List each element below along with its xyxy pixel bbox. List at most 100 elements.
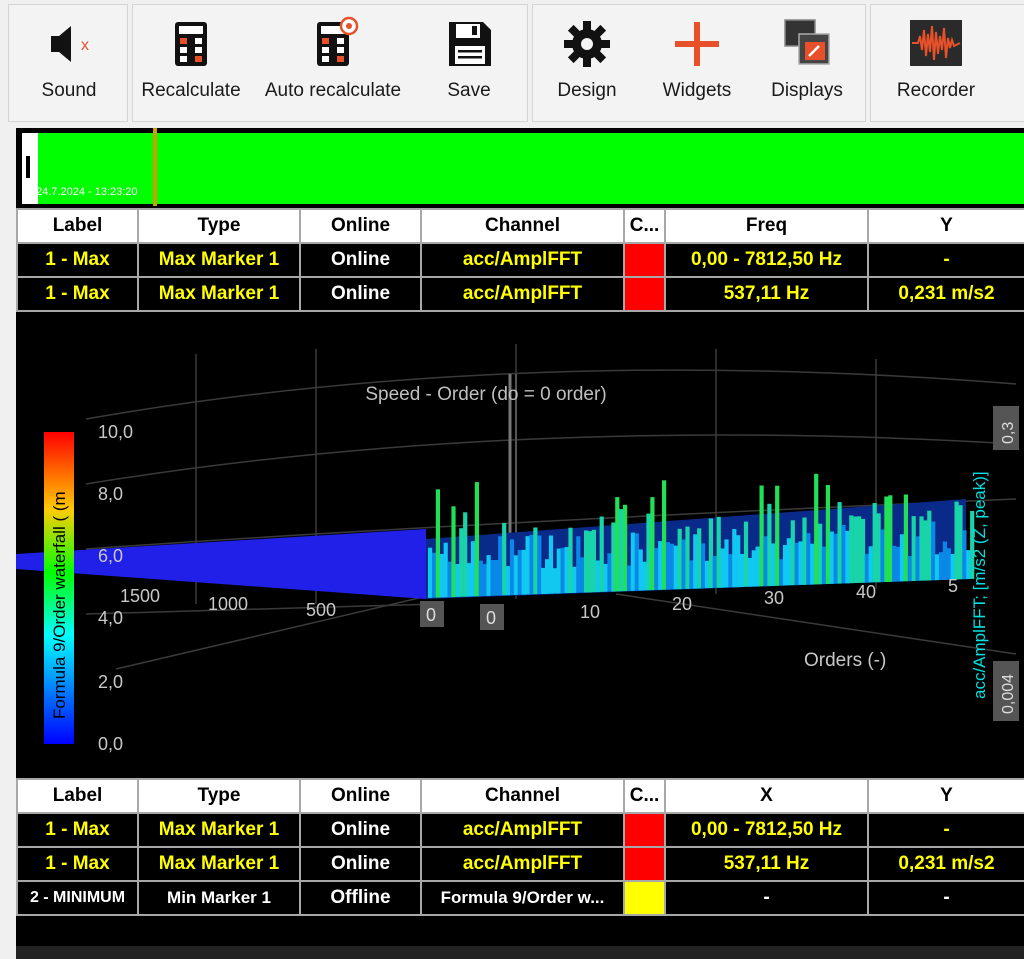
timeline-overview[interactable]: 24.7.2024 - 13:23:20 — [16, 128, 1024, 208]
timeline-bar[interactable] — [38, 133, 1024, 204]
waterfall-bar — [529, 534, 534, 595]
waterfall-bar — [755, 546, 760, 587]
column-header-x[interactable]: X — [664, 778, 869, 814]
floppy-disk-icon — [449, 22, 491, 66]
cell-x: 0,00 - 7812,50 Hz — [664, 812, 869, 848]
waterfall-bar — [732, 529, 737, 588]
cell-color-swatch[interactable] — [623, 242, 666, 278]
recorder-button[interactable]: Recorder — [876, 0, 996, 118]
cell-color-swatch[interactable] — [623, 846, 666, 882]
waterfall-bar — [638, 549, 643, 591]
timeline-timestamp: 24.7.2024 - 13:23:20 — [36, 186, 138, 198]
table-row[interactable]: 2 - MINIMUM Min Marker 1 Offline Formula… — [16, 880, 1024, 916]
order-tick: 40 — [856, 582, 876, 602]
cell-freq: 537,11 Hz — [664, 276, 869, 312]
waterfall-bar — [580, 557, 585, 593]
left-splitter[interactable] — [0, 128, 16, 959]
left-tick: 0,0 — [98, 734, 123, 754]
waterfall-bar — [841, 525, 846, 584]
waterfall-bar — [474, 482, 479, 597]
cell-online: Online — [299, 812, 422, 848]
design-button[interactable]: Design — [536, 0, 638, 118]
cell-online: Offline — [299, 880, 422, 916]
waterfall-bar — [533, 527, 538, 595]
waterfall-bar — [903, 494, 908, 582]
waterfall-bar — [810, 543, 815, 585]
waterfall-bar — [541, 567, 546, 594]
column-header-y[interactable]: Y — [867, 208, 1024, 244]
displays-icon — [784, 19, 830, 65]
save-label: Save — [447, 80, 491, 101]
waterfall-bar — [428, 547, 433, 598]
cell-color-swatch[interactable] — [623, 880, 666, 916]
waterfall-bar — [482, 564, 487, 596]
cell-y: 0,231 m/s2 — [867, 846, 1024, 882]
column-header-label[interactable]: Label — [16, 778, 139, 814]
waterfall-bar — [470, 541, 476, 597]
vertical-scrollbar[interactable] — [1019, 324, 1024, 776]
orders-axis-label: Orders (-) — [804, 650, 886, 671]
waterfall-bar — [517, 550, 522, 595]
cell-color-swatch[interactable] — [623, 276, 666, 312]
table-row[interactable]: 1 - Max Max Marker 1 Online acc/AmplFFT … — [16, 242, 1024, 278]
waterfall-bar — [771, 543, 776, 586]
timeline-handle[interactable] — [26, 156, 30, 178]
waterfall-bar — [677, 528, 682, 590]
svg-text:x: x — [81, 37, 89, 54]
column-header-online[interactable]: Online — [299, 778, 422, 814]
save-button[interactable]: Save — [414, 0, 524, 118]
waterfall-bar — [786, 538, 791, 586]
table-row[interactable]: 1 - Max Max Marker 1 Online acc/AmplFFT … — [16, 276, 1024, 312]
column-header-channel[interactable]: Channel — [420, 778, 625, 814]
zero-label-order: 0 — [486, 608, 496, 628]
waterfall-bar — [439, 554, 444, 598]
waterfall-bar — [681, 539, 686, 589]
zero-label-speed: 0 — [426, 605, 436, 625]
cell-channel: acc/AmplFFT — [420, 242, 625, 278]
column-header-channel[interactable]: Channel — [420, 208, 625, 244]
column-header-y[interactable]: Y — [867, 778, 1024, 814]
cell-color-swatch[interactable] — [623, 812, 666, 848]
waterfall-bar — [654, 548, 659, 590]
auto-recalculate-button[interactable]: Auto recalculate — [256, 0, 410, 118]
waterfall-bar — [775, 485, 780, 586]
table-row[interactable]: 1 - Max Max Marker 1 Online acc/AmplFFT … — [16, 846, 1024, 882]
waterfall-bar — [794, 542, 799, 586]
column-header-color[interactable]: C... — [623, 208, 666, 244]
waterfall-bar — [669, 543, 674, 590]
plus-icon — [675, 22, 719, 66]
column-header-type[interactable]: Type — [137, 778, 301, 814]
waterfall-bar — [576, 536, 581, 593]
timeline-cursor[interactable] — [153, 128, 157, 206]
widgets-label: Widgets — [662, 80, 732, 101]
waterfall-bar — [548, 535, 554, 594]
column-header-freq[interactable]: Freq — [664, 208, 869, 244]
waterfall-bar — [938, 552, 944, 580]
widgets-button[interactable]: Widgets — [646, 0, 748, 118]
column-header-label[interactable]: Label — [16, 208, 139, 244]
waterfall-bar — [704, 560, 710, 589]
speaker-muted-icon: x — [51, 26, 89, 62]
recalculate-button[interactable]: Recalculate — [136, 0, 246, 118]
marker-table-bottom: Label Type Online Channel C... X Y 1 - M… — [16, 778, 1024, 916]
cell-y: 0,231 m/s2 — [867, 276, 1024, 312]
column-header-type[interactable]: Type — [137, 208, 301, 244]
waterfall-bar — [833, 533, 838, 584]
column-header-online[interactable]: Online — [299, 208, 422, 244]
cell-freq: 0,00 - 7812,50 Hz — [664, 242, 869, 278]
order-waterfall-plot[interactable]: Speed - Order (do = 0 order) Formula 9/O… — [16, 324, 1024, 776]
cell-y: - — [867, 812, 1024, 848]
left-tick: 6,0 — [98, 546, 123, 566]
table-header-row: Label Type Online Channel C... Freq Y — [16, 208, 1024, 244]
sound-button[interactable]: x Sound — [14, 0, 124, 118]
waterfall-bar — [743, 521, 749, 587]
waterfall-bar — [545, 559, 550, 594]
waterfall-bar — [587, 531, 593, 593]
waterfall-bar — [701, 543, 706, 589]
waterfall-bar — [607, 553, 612, 592]
left-tick: 10,0 — [98, 422, 133, 442]
column-header-color[interactable]: C... — [623, 778, 666, 814]
left-tick: 8,0 — [98, 484, 123, 504]
displays-button[interactable]: Displays — [756, 0, 858, 118]
table-row[interactable]: 1 - Max Max Marker 1 Online acc/AmplFFT … — [16, 812, 1024, 848]
